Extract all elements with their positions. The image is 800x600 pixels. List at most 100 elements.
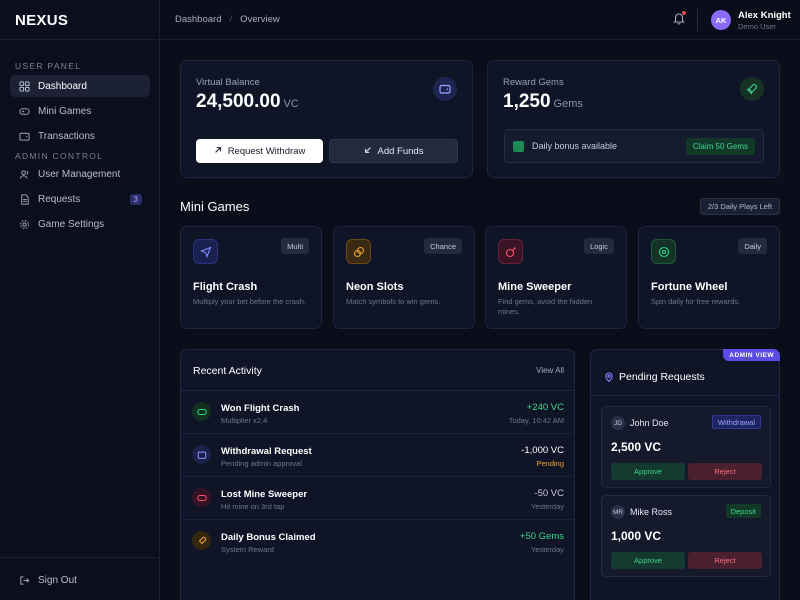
request-user-name: Mike Ross (630, 507, 673, 517)
activity-row[interactable]: Won Flight Crash Multiplier x2.4 +240 VC… (181, 391, 574, 434)
game-card-flight-crash[interactable]: Multi Flight Crash Multiply your bet bef… (180, 226, 322, 329)
breadcrumb-overview: Overview (240, 14, 280, 25)
game-card-mine-sweeper[interactable]: Logic Mine Sweeper Find gems, avoid the … (485, 226, 627, 329)
admin-control-label: ADMIN CONTROL (15, 151, 104, 161)
breadcrumb: Dashboard / Overview (175, 14, 280, 25)
activity-status: Pending (536, 459, 564, 468)
reject-button[interactable]: Reject (688, 463, 762, 480)
activity-amount: -50 VC (534, 488, 564, 499)
sidebar-item-requests[interactable]: Requests 3 (10, 188, 150, 210)
daily-bonus-banner: Daily bonus available Claim 50 Gems (504, 129, 764, 163)
request-card: JD John Doe Withdrawal 2,500 VC Approve … (601, 406, 771, 488)
sidebar-item-label: Transactions (38, 130, 95, 142)
reject-button[interactable]: Reject (688, 552, 762, 569)
avatar: JD (611, 416, 625, 430)
activity-meta: Today, 10:42 AM (508, 416, 564, 425)
gamepad-icon (18, 105, 30, 117)
gems-card: Reward Gems 1,250 Gems Daily bonus availa… (487, 60, 780, 178)
request-type-badge: Withdrawal (711, 415, 761, 429)
activity-meta: Yesterday (530, 502, 564, 511)
claim-gems-button[interactable]: Claim 50 Gems (685, 138, 755, 155)
request-amount: 2,500 VC (611, 440, 662, 454)
rocket-icon (740, 77, 764, 101)
request-card: MR Mike Ross Deposit 1,000 VC Approve Re… (601, 495, 771, 577)
game-card-fortune-wheel[interactable]: Daily Fortune Wheel Spin daily for free … (638, 226, 780, 329)
add-funds-label: Add Funds (377, 145, 424, 157)
gamepad-icon (192, 402, 211, 421)
daily-bonus-text: Daily bonus available (532, 141, 618, 151)
sidebar-item-transactions[interactable]: Transactions (10, 125, 150, 147)
signout-label: Sign Out (38, 574, 77, 586)
coins-icon (346, 239, 371, 264)
game-tag: Multi (281, 238, 309, 254)
game-tag: Chance (424, 238, 462, 254)
view-all-link[interactable]: View All (536, 366, 564, 375)
sidebar-item-dashboard[interactable]: Dashboard (10, 75, 150, 97)
activity-row[interactable]: Lost Mine Sweeper Hit mine on 3rd tap -5… (181, 477, 574, 520)
activity-name: Lost Mine Sweeper (221, 489, 308, 500)
sidebar-item-label: User Management (38, 168, 121, 180)
request-amount: 1,000 VC (611, 529, 662, 543)
bomb-icon (498, 239, 523, 264)
activity-name: Daily Bonus Claimed (221, 532, 316, 543)
balance-unit: VC (283, 98, 299, 110)
arrow-up-right-icon (214, 146, 222, 157)
game-card-neon-slots[interactable]: Chance Neon Slots Match symbols to win g… (333, 226, 475, 329)
balance-value: 24,500.00 (196, 91, 281, 112)
activity-row[interactable]: Withdrawal Request Pending admin approva… (181, 434, 574, 477)
sidebar-item-mini-games[interactable]: Mini Games (10, 100, 150, 122)
approve-button[interactable]: Approve (611, 552, 685, 569)
user-panel-label: USER PANEL (15, 61, 82, 71)
activity-title: Recent Activity (193, 365, 262, 377)
gift-icon (513, 141, 524, 152)
rocket-icon (192, 531, 211, 550)
game-tag: Logic (584, 238, 614, 254)
add-funds-button[interactable]: Add Funds (329, 139, 458, 163)
avatar[interactable]: AK (711, 10, 731, 30)
sidebar-item-game-settings[interactable]: Game Settings (10, 213, 150, 235)
game-description: Multiply your bet before the crash. (193, 297, 306, 306)
gear-icon (18, 218, 30, 230)
activity-sub: System Reward (221, 545, 274, 554)
header-divider (697, 9, 698, 31)
sidebar: NEXUS USER PANEL Dashboard Mini Games Tr… (0, 0, 160, 600)
wallet-icon (18, 130, 30, 142)
app-logo: NEXUS (0, 0, 159, 40)
user-name: Alex Knight (738, 10, 791, 21)
file-icon (18, 193, 30, 205)
game-tag: Daily (738, 238, 767, 254)
signout-button[interactable]: Sign Out (10, 569, 150, 591)
activity-name: Withdrawal Request (221, 446, 312, 457)
wallet-icon (192, 445, 211, 464)
request-withdraw-button[interactable]: Request Withdraw (196, 139, 323, 163)
avatar: MR (611, 505, 625, 519)
breadcrumb-dashboard[interactable]: Dashboard (175, 14, 221, 25)
activity-amount: +240 VC (526, 402, 564, 413)
approve-button[interactable]: Approve (611, 463, 685, 480)
sidebar-item-label: Game Settings (38, 218, 105, 230)
user-role: Demo User (738, 22, 776, 31)
activity-header: Recent Activity View All (181, 350, 574, 391)
wallet-icon (433, 77, 457, 101)
activity-amount: -1,000 VC (521, 445, 564, 456)
pending-header: Pending Requests (591, 350, 779, 396)
location-pin-icon (605, 372, 613, 382)
game-name: Mine Sweeper (498, 281, 572, 293)
sidebar-item-user-management[interactable]: User Management (10, 163, 150, 185)
game-description: Find gems, avoid the hidden mines. (498, 297, 593, 316)
top-header: Dashboard / Overview AK Alex Knight Demo… (160, 0, 800, 40)
activity-amount: +50 Gems (519, 531, 564, 542)
gems-value-wrap: 1,250 Gems (503, 91, 583, 113)
bell-icon[interactable] (672, 11, 686, 25)
grid-icon (18, 80, 30, 92)
activity-row[interactable]: Daily Bonus Claimed System Reward +50 Ge… (181, 520, 574, 563)
mini-games-title: Mini Games (180, 199, 250, 214)
sidebar-item-label: Mini Games (38, 105, 92, 117)
users-icon (18, 168, 30, 180)
wheel-icon (651, 239, 676, 264)
notification-dot (682, 11, 686, 15)
sidebar-item-label: Dashboard (38, 80, 87, 92)
gamepad-icon (192, 488, 211, 507)
gems-unit: Gems (553, 98, 583, 110)
breadcrumb-separator: / (229, 14, 233, 25)
